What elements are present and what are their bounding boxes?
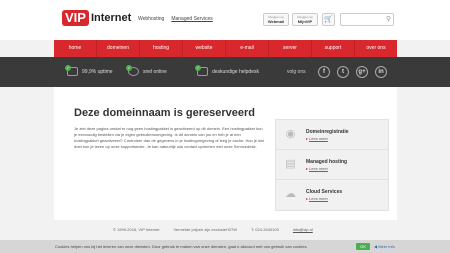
monitor-icon: ✓ [65,65,78,76]
arrow-right-icon: ▸ [306,196,309,201]
nav-item-hosting[interactable]: hosting [140,40,183,57]
search-input[interactable] [341,20,381,31]
nav-item-email[interactable]: e-mail [226,40,269,57]
top-link-webhosting[interactable]: Webhosting [138,16,164,22]
service-managed-hosting: ▤ Managed hosting ▸Lees meer [276,150,388,180]
read-more-label: Lees meer [309,196,328,201]
usp-snel-online-label: snel online [143,68,167,75]
read-more-label: Lees meer [309,136,328,141]
site-footer: © 1999-2016, VIP Internet Vermelde prijz… [0,220,450,240]
arrow-right-icon: ▸ [306,166,309,171]
cloud-icon: ☁ [285,188,296,200]
usp-snel-online: ✓ snel online [126,65,167,76]
linkedin-icon[interactable]: in [375,66,387,78]
webmail-login-button[interactable]: Inloggen op Webmail [263,13,289,26]
service-cloud-services: ☁ Cloud Services ▸Lees meer [276,180,388,210]
read-more-label: Lees meer [309,166,328,171]
cookie-more-info-label: Meer info [378,244,395,249]
server-icon: ▤ [285,158,296,170]
chat-icon: ✓ [195,65,208,76]
cookie-more-info-link[interactable]: ◀ Meer info [374,244,395,249]
main-nav: home domeinen hosting website e-mail ser… [54,40,397,57]
cookie-ok-button[interactable]: OK [356,243,370,250]
cookie-text: Cookies helpen ons bij het leveren van o… [55,244,308,249]
speedometer-icon: ✓ [126,65,139,76]
google-plus-icon[interactable]: g+ [356,66,368,78]
site-header: VIP Internet Webhosting Managed Services… [0,0,450,40]
usp-uptime-label: 99,9% uptime [82,68,113,75]
top-links: Webhosting Managed Services [138,16,220,22]
service-domeinregistratie: ◉ Domeinregistratie ▸Lees meer [276,120,388,150]
twitter-icon[interactable]: t [337,66,349,78]
logo-badge: VIP [62,10,89,26]
service-title: Managed hosting [306,159,348,165]
top-link-managed-services[interactable]: Managed Services [171,16,212,22]
usp-uptime: ✓ 99,9% uptime [65,65,113,76]
check-icon: ✓ [65,65,71,71]
cookie-bar: Cookies helpen ons bij het leveren van o… [0,240,450,253]
logo[interactable]: VIP Internet [62,10,131,26]
page-body-text: Je ziet deze pagina omdat er nog geen ho… [74,126,264,149]
service-title: Domeinregistratie [306,129,349,135]
nav-item-over-ons[interactable]: over ons [355,40,397,57]
page-title: Deze domeinnaam is gereserveerd [74,107,255,119]
nav-item-domeinen[interactable]: domeinen [97,40,140,57]
check-icon: ✓ [126,65,132,71]
read-more-link[interactable]: ▸Lees meer [306,166,328,171]
footer-copyright: © 1999-2016, VIP Internet [113,227,160,232]
usp-helpdesk: ✓ deskundige helpdesk [195,65,259,76]
main-content: Deze domeinnaam is gereserveerd Je ziet … [54,87,397,220]
mijnvip-login-button[interactable]: Inloggen op MijnVIP [292,13,318,26]
arrow-right-icon: ▸ [306,136,309,141]
footer-prices: Vermelde prijzen zijn exclusief BTW [173,227,238,232]
usp-helpdesk-label: deskundige helpdesk [212,68,259,75]
follow-label: volg ons [287,69,306,75]
cart-icon[interactable]: 🛒 [322,13,335,26]
globe-icon: ◉ [285,128,296,140]
search-box: ⚲ [340,13,394,31]
footer-phone: T: 024-3440100 [251,227,279,232]
webmail-login-label: Webmail [267,19,285,24]
facebook-icon[interactable]: f [318,66,330,78]
nav-item-home[interactable]: home [54,40,97,57]
arrow-left-icon: ◀ [374,244,378,249]
read-more-link[interactable]: ▸Lees meer [306,196,328,201]
nav-item-website[interactable]: website [183,40,226,57]
nav-item-server[interactable]: server [269,40,312,57]
service-title: Cloud Services [306,189,343,195]
read-more-link[interactable]: ▸Lees meer [306,136,328,141]
logo-word: Internet [90,12,132,24]
search-icon[interactable]: ⚲ [386,15,391,23]
check-icon: ✓ [195,65,201,71]
footer-email-link[interactable]: info@vip.nl [293,227,313,232]
usp-band: ✓ 99,9% uptime ✓ snel online ✓ deskundig… [0,57,450,87]
services-box: ◉ Domeinregistratie ▸Lees meer ▤ Managed… [275,119,389,211]
mijnvip-login-label: MijnVIP [297,19,313,24]
footer-info: © 1999-2016, VIP Internet Vermelde prijz… [113,227,327,232]
nav-item-support[interactable]: support [312,40,355,57]
